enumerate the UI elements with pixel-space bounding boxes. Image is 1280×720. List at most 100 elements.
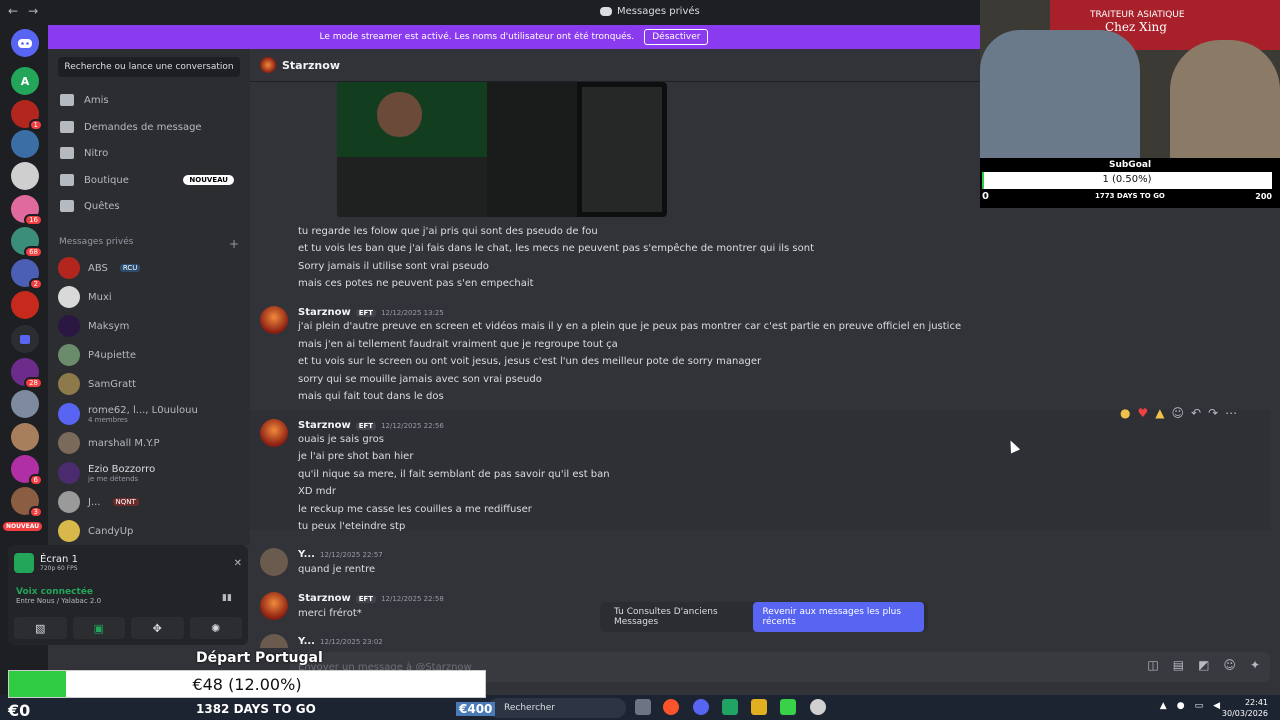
server-icon[interactable]: 3 — [11, 487, 43, 518]
forward-icon[interactable]: ↷ — [1208, 406, 1218, 420]
back-arrow-icon[interactable]: ← — [8, 4, 18, 18]
server-icon[interactable]: 1 — [11, 100, 43, 131]
home-button[interactable] — [11, 29, 39, 57]
server-folder[interactable] — [11, 325, 39, 353]
add-reaction-icon[interactable]: ☺ — [1171, 406, 1184, 420]
discord-icon — [18, 39, 32, 48]
stop-stream-icon[interactable]: ✕ — [234, 558, 242, 569]
author-name[interactable]: Y... — [298, 549, 315, 560]
timestamp: 12/12/2025 13:25 — [381, 308, 444, 317]
gift-icon[interactable]: ◫ — [1147, 658, 1158, 672]
server-icon[interactable]: A — [11, 67, 39, 95]
reply-icon[interactable]: ↶ — [1191, 406, 1201, 420]
author-avatar[interactable] — [260, 306, 288, 334]
author-name[interactable]: Starznow — [298, 420, 351, 431]
soundboard-button[interactable]: ✺ — [189, 617, 242, 639]
message-author[interactable]: Starznow EFT 12/12/2025 13:25 — [298, 307, 444, 318]
spreadsheet-icon[interactable] — [722, 699, 738, 715]
mail-icon — [60, 121, 74, 133]
thumbs-up-reaction-icon[interactable]: ▲ — [1155, 406, 1164, 420]
nav-nitro[interactable]: Nitro — [56, 141, 242, 165]
server-icon[interactable] — [11, 390, 39, 418]
nav-message-requests[interactable]: Demandes de message — [56, 115, 242, 139]
image-attachment[interactable] — [337, 82, 667, 217]
sticker-icon[interactable]: ◩ — [1198, 658, 1209, 672]
network-icon[interactable]: ▭ — [1195, 701, 1204, 711]
heart-reaction-icon[interactable]: ♥ — [1137, 406, 1148, 420]
dm-item[interactable]: ABS RCU — [58, 254, 244, 282]
app-icon[interactable] — [780, 699, 796, 715]
dm-item[interactable]: CandyUp — [58, 517, 244, 545]
mic-icon[interactable]: ● — [1177, 701, 1185, 711]
forward-arrow-icon[interactable]: → — [28, 4, 38, 18]
server-icon[interactable]: 16 — [11, 195, 43, 226]
nitro-icon — [60, 147, 74, 159]
server-icon[interactable] — [11, 162, 39, 190]
message-line: merci frérot* — [298, 608, 362, 619]
chevron-up-icon[interactable]: ▲ — [1160, 701, 1167, 711]
discord-taskbar-icon[interactable] — [693, 699, 709, 715]
dm-item[interactable]: marshall M.Y.P — [58, 429, 244, 457]
author-name[interactable]: Starznow — [298, 307, 351, 318]
message-author[interactable]: Starznow EFT 12/12/2025 22:56 — [298, 420, 444, 431]
emoji-icon[interactable]: ☺ — [1223, 658, 1236, 672]
more-icon[interactable]: ⋯ — [1225, 406, 1237, 420]
dm-item[interactable]: Maksym — [58, 312, 244, 340]
gif-icon[interactable]: ▤ — [1173, 658, 1184, 672]
banner-text: Le mode streamer est activé. Les noms d'… — [319, 32, 635, 42]
disable-streamer-button[interactable]: Désactiver — [644, 29, 709, 45]
brave-icon[interactable] — [663, 699, 679, 715]
nav-shop[interactable]: Boutique NOUVEAU — [56, 168, 242, 192]
message-author[interactable]: Y... 12/12/2025 23:02 — [298, 636, 383, 647]
author-avatar[interactable] — [260, 592, 288, 620]
app-icon[interactable] — [751, 699, 767, 715]
obs-icon[interactable] — [810, 699, 826, 715]
author-avatar[interactable] — [260, 634, 288, 648]
server-icon[interactable]: 68 — [11, 227, 43, 258]
author-avatar[interactable] — [260, 419, 288, 447]
dm-item[interactable]: Muxi — [58, 283, 244, 311]
folder-icon — [20, 334, 30, 344]
nav-arrows: ← → — [8, 4, 38, 18]
task-view-icon[interactable] — [635, 699, 651, 715]
dm-item[interactable]: SamGratt — [58, 370, 244, 398]
apps-icon[interactable]: ✦ — [1250, 658, 1260, 672]
avatar — [58, 373, 80, 395]
author-avatar[interactable] — [260, 548, 288, 576]
message-line: mais ces potes ne peuvent pas s'en empec… — [298, 278, 534, 289]
dm-item[interactable]: P4upiette — [58, 341, 244, 369]
camera-off-button[interactable]: ▧ — [14, 617, 67, 639]
laugh-reaction-icon[interactable]: ● — [1120, 406, 1130, 420]
find-conversation-button[interactable]: Recherche ou lance une conversation — [58, 57, 240, 77]
screen-share-button[interactable]: ▣ — [72, 617, 125, 639]
dm-item[interactable]: Ezio Bozzorro je me détends — [58, 459, 244, 487]
avatar — [260, 57, 276, 73]
taskbar-search[interactable]: Rechercher — [488, 698, 626, 718]
clan-tag: EFT — [355, 308, 377, 317]
dm-item[interactable]: J... NQNT — [58, 488, 244, 516]
server-icon[interactable] — [11, 423, 39, 451]
mention-badge: 3 — [28, 506, 43, 518]
author-name[interactable]: Starznow — [298, 593, 351, 604]
server-icon[interactable] — [11, 291, 39, 319]
clock[interactable]: 22:41 30/03/2026 — [1222, 697, 1268, 719]
server-icon[interactable] — [11, 130, 39, 158]
jump-to-present-button[interactable]: Revenir aux messages les plus récents — [753, 602, 924, 632]
volume-icon[interactable]: ◀ — [1213, 701, 1220, 711]
nav-friends[interactable]: Amis — [56, 88, 242, 112]
message-author[interactable]: Y... 12/12/2025 22:57 — [298, 549, 383, 560]
message-author[interactable]: Starznow EFT 12/12/2025 22:58 — [298, 593, 444, 604]
voice-channel[interactable]: Entre Nous / Yalabac 2.0 — [16, 597, 101, 605]
timestamp: 12/12/2025 22:57 — [319, 550, 383, 559]
server-icon[interactable]: 2 — [11, 259, 43, 290]
activities-button[interactable]: ✥ — [131, 617, 184, 639]
nav-quests[interactable]: Quêtes — [56, 194, 242, 218]
dm-item[interactable]: rome62, l..., L0uulouu 4 membres — [58, 400, 244, 428]
server-icon[interactable]: 28 — [11, 358, 43, 389]
server-icon[interactable]: 6 — [11, 455, 43, 486]
nav-label: Quêtes — [84, 200, 120, 212]
screen-quality: 720p 60 FPS — [40, 565, 78, 572]
create-dm-button[interactable]: + — [229, 237, 239, 251]
message-line: et tu vois les ban que j'ai fais dans le… — [298, 243, 815, 254]
author-name[interactable]: Y... — [298, 636, 315, 647]
